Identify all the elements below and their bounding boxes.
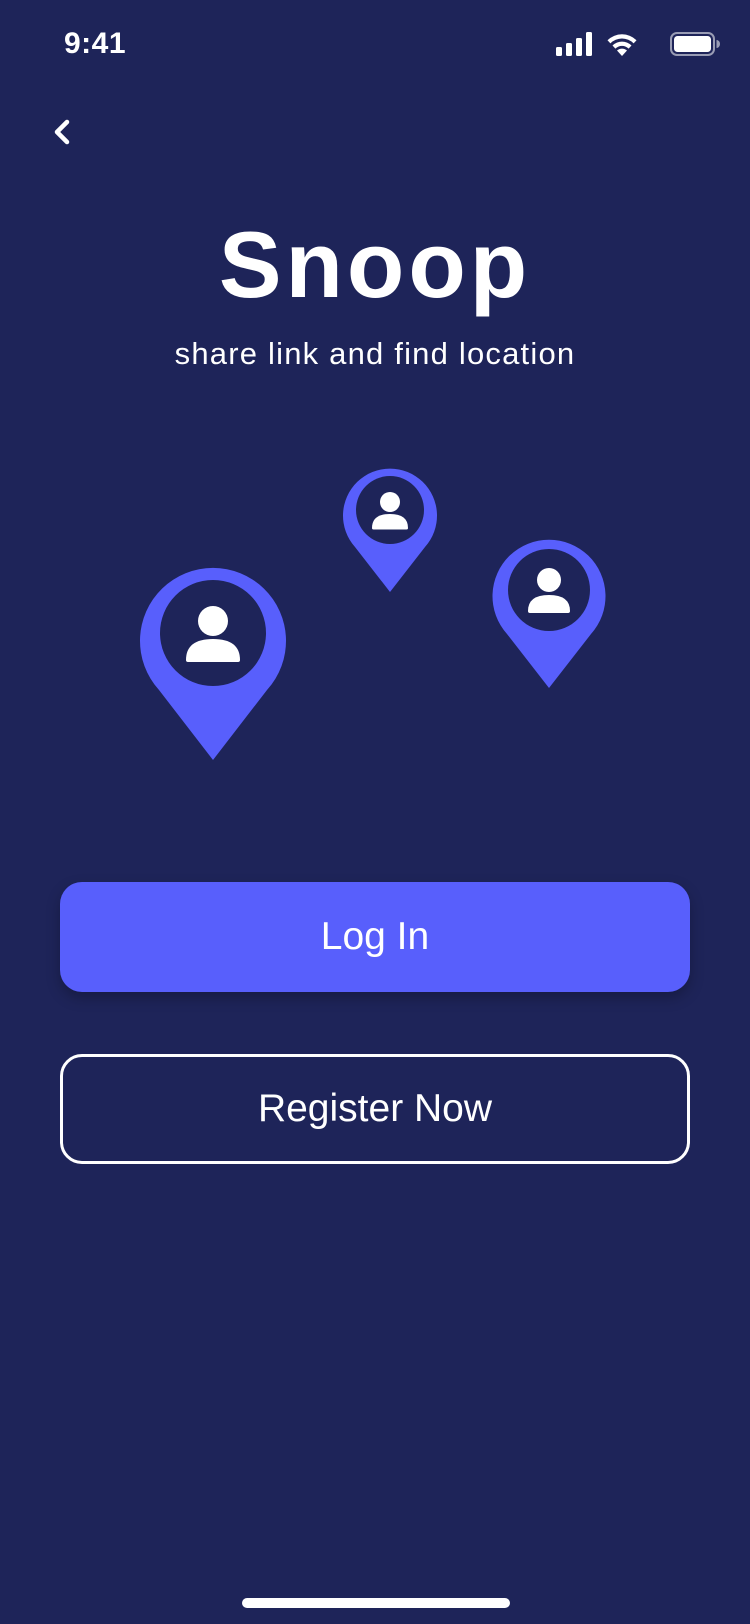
location-pin-person-icon	[343, 468, 437, 592]
register-button[interactable]: Register Now	[60, 1054, 690, 1164]
login-button-label: Log In	[320, 915, 430, 958]
wifi-icon	[607, 34, 637, 56]
register-button-label: Register Now	[257, 1087, 493, 1130]
login-button[interactable]: Log In	[60, 882, 690, 992]
back-button[interactable]	[36, 105, 92, 161]
app-title: Snoop	[218, 212, 532, 317]
app-subtitle: share link and find location	[174, 336, 576, 371]
home-indicator[interactable]	[242, 1598, 510, 1608]
battery-icon	[670, 32, 720, 56]
location-pin-person-icon	[140, 567, 286, 760]
status-time: 9:41	[64, 27, 127, 60]
chevron-left-icon	[54, 119, 70, 145]
signal-icon	[556, 32, 592, 56]
location-pin-person-icon	[492, 539, 606, 688]
status-bar: 9:41	[0, 0, 750, 92]
